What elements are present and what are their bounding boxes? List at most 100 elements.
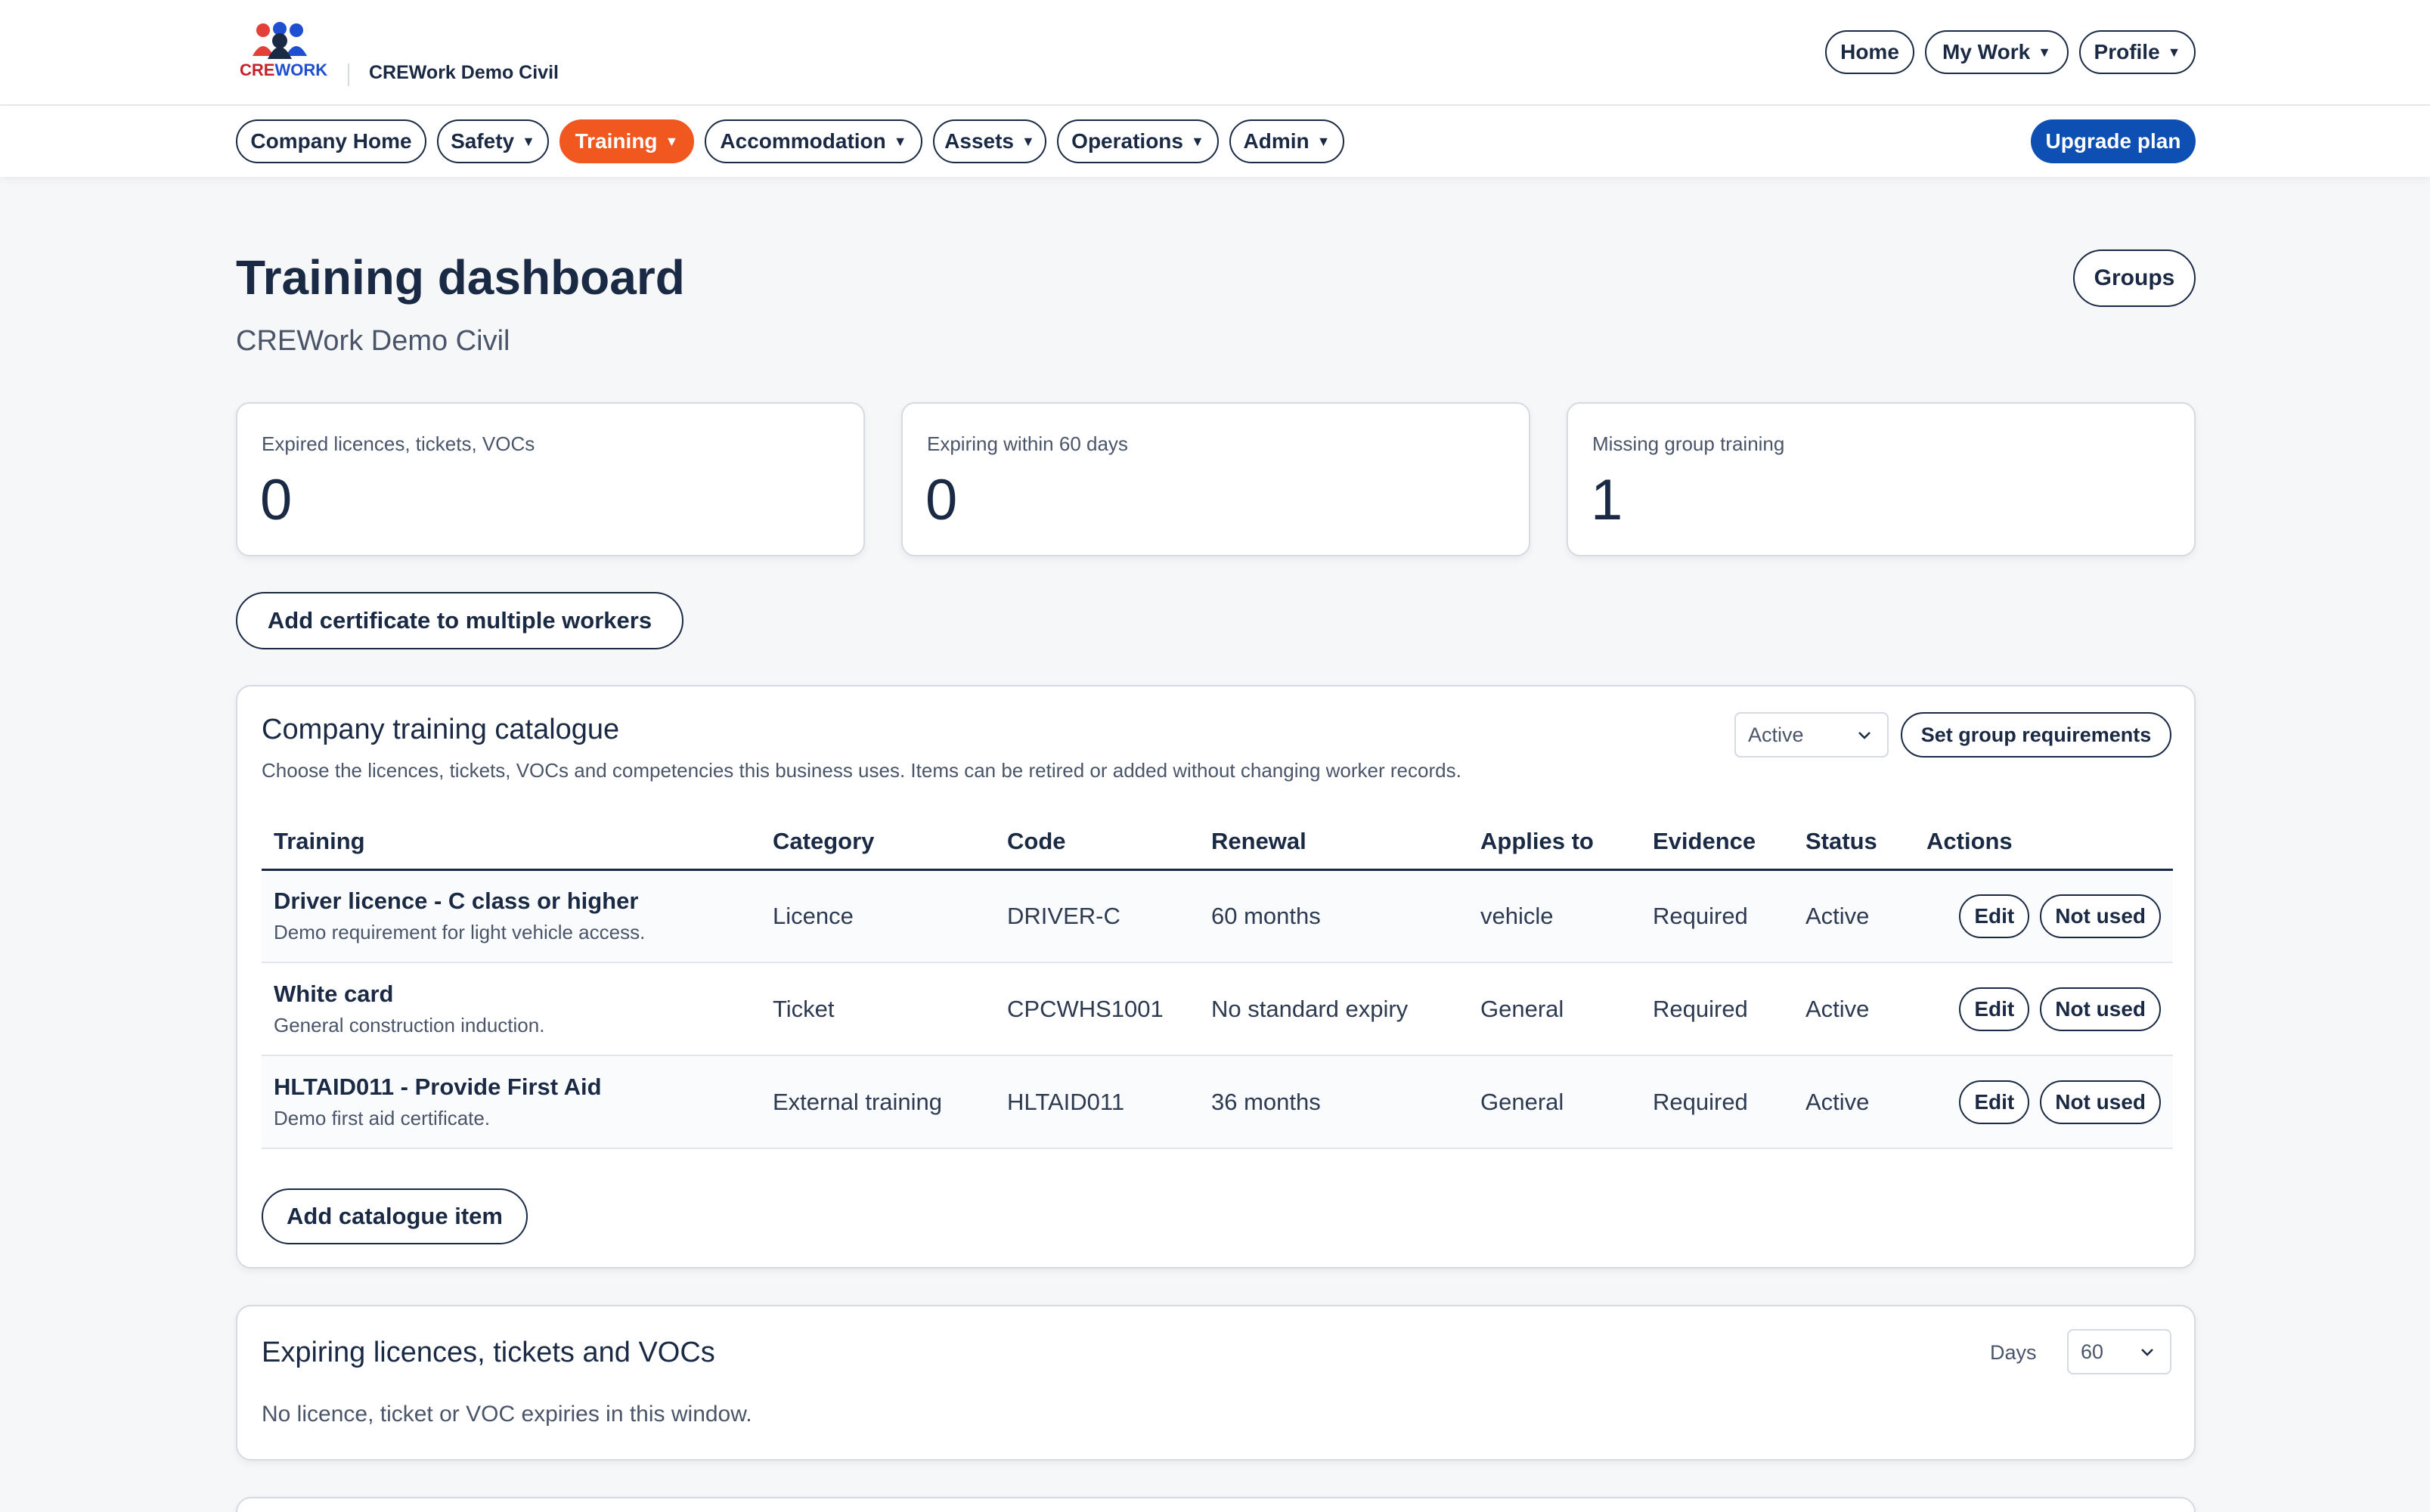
col-actions: Actions — [1914, 815, 2173, 871]
add-certificate-label: Add certificate to multiple workers — [267, 607, 652, 634]
catalogue-title: Company training catalogue — [262, 714, 620, 745]
expiring-empty-message: No licence, ticket or VOC expiries in th… — [262, 1402, 752, 1427]
caret-down-icon: ▼ — [2167, 45, 2181, 60]
col-category: Category — [761, 815, 995, 871]
nav-label: Safety — [451, 129, 515, 153]
code-cell: HLTAID011 — [995, 1055, 1199, 1149]
nav-label: Assets — [944, 129, 1014, 153]
training-desc: General construction induction. — [274, 1014, 545, 1036]
stat-value: 1 — [1591, 468, 1623, 532]
stat-label: Missing group training — [1592, 432, 1785, 455]
stat-value: 0 — [260, 468, 293, 532]
add-item-label: Add catalogue item — [287, 1203, 503, 1229]
category-cell: External training — [761, 1055, 995, 1149]
stat-expired: Expired licences, tickets, VOCs 0 — [236, 402, 865, 556]
logo-wordmark: CREWORK — [240, 60, 328, 79]
table-row: Driver licence - C class or higher Demo r… — [262, 869, 2173, 963]
evidence-cell: Required — [1641, 869, 1793, 963]
caret-down-icon: ▼ — [1021, 134, 1035, 149]
catalogue-table: Training Category Code Renewal Applies t… — [262, 815, 2173, 1149]
brand-divider — [348, 64, 349, 86]
page-subtitle: CREWork Demo Civil — [236, 325, 510, 357]
table-row: White card General construction induction… — [262, 962, 2173, 1056]
nav-label: Training — [575, 129, 658, 153]
expiring-card: Expiring licences, tickets and VOCs Days… — [236, 1305, 2196, 1461]
applies-cell: General — [1468, 962, 1641, 1056]
nav-label: Accommodation — [720, 129, 886, 153]
set-group-label: Set group requirements — [1920, 723, 2152, 746]
days-label: Days — [1990, 1341, 2037, 1364]
caret-down-icon: ▼ — [893, 134, 907, 149]
actions-cell: Edit Not used — [1914, 869, 2173, 963]
upgrade-plan-button[interactable]: Upgrade plan — [2031, 119, 2196, 163]
add-catalogue-item-button[interactable]: Add catalogue item — [262, 1188, 528, 1244]
days-select-value: 60 — [2081, 1340, 2104, 1363]
evidence-cell: Required — [1641, 1055, 1793, 1149]
nav-label: Company Home — [250, 129, 412, 153]
home-label: Home — [1840, 40, 1899, 64]
not-used-button[interactable]: Not used — [2040, 1080, 2161, 1124]
caret-down-icon: ▼ — [1316, 134, 1331, 149]
page-title: Training dashboard — [236, 250, 685, 305]
caret-down-icon: ▼ — [1190, 134, 1204, 149]
stat-expiring: Expiring within 60 days 0 — [901, 402, 1530, 556]
col-training: Training — [262, 815, 761, 871]
catalogue-status-select[interactable]: Active — [1734, 712, 1889, 758]
col-code: Code — [995, 815, 1199, 871]
edit-button[interactable]: Edit — [1959, 987, 2030, 1031]
groups-button[interactable]: Groups — [2073, 249, 2196, 307]
table-row: HLTAID011 - Provide First Aid Demo first … — [262, 1055, 2173, 1149]
category-cell: Licence — [761, 869, 995, 963]
training-cell: Driver licence - C class or higher Demo r… — [262, 869, 761, 963]
col-evidence: Evidence — [1641, 815, 1793, 871]
renewal-cell: No standard expiry — [1199, 962, 1468, 1056]
edit-button[interactable]: Edit — [1959, 894, 2030, 938]
company-name: CREWork Demo Civil — [369, 62, 559, 83]
status-cell: Active — [1793, 869, 1914, 963]
main-nav: Company Home Safety ▼ Training ▼ Accommoda… — [0, 106, 2430, 177]
evidence-cell: Required — [1641, 962, 1793, 1056]
training-desc: Demo first aid certificate. — [274, 1107, 491, 1129]
caret-down-icon: ▼ — [522, 134, 535, 149]
profile-menu[interactable]: Profile ▼ — [2079, 30, 2196, 74]
category-cell: Ticket — [761, 962, 995, 1056]
nav-training[interactable]: Training ▼ — [559, 119, 694, 163]
expiring-title: Expiring licences, tickets and VOCs — [262, 1337, 715, 1368]
code-cell: DRIVER-C — [995, 869, 1199, 963]
training-name: Driver licence - C class or higher — [274, 888, 639, 915]
my-work-label: My Work — [1942, 40, 2031, 64]
status-cell: Active — [1793, 962, 1914, 1056]
next-card — [236, 1497, 2196, 1512]
training-cell: White card General construction induction… — [262, 962, 761, 1056]
col-renewal: Renewal — [1199, 815, 1468, 871]
groups-label: Groups — [2094, 265, 2175, 290]
training-name: HLTAID011 - Provide First Aid — [274, 1074, 602, 1100]
code-cell: CPCWHS1001 — [995, 962, 1199, 1056]
col-applies-to: Applies to — [1468, 815, 1641, 871]
nav-company-home[interactable]: Company Home — [236, 119, 426, 163]
stat-label: Expiring within 60 days — [927, 432, 1128, 455]
top-bar: CREWORK CREWork Demo Civil Home My Work ▼… — [0, 0, 2430, 106]
days-select[interactable]: 60 — [2067, 1329, 2171, 1374]
col-status: Status — [1793, 815, 1914, 871]
training-catalogue-card: Company training catalogue Choose the li… — [236, 685, 2196, 1269]
my-work-menu[interactable]: My Work ▼ — [1925, 30, 2069, 74]
applies-cell: General — [1468, 1055, 1641, 1149]
add-certificate-multiple-button[interactable]: Add certificate to multiple workers — [236, 592, 683, 649]
nav-assets[interactable]: Assets ▼ — [933, 119, 1046, 163]
home-button[interactable]: Home — [1825, 30, 1914, 74]
nav-safety[interactable]: Safety ▼ — [437, 119, 549, 163]
edit-button[interactable]: Edit — [1959, 1080, 2030, 1124]
caret-down-icon: ▼ — [665, 134, 679, 149]
not-used-button[interactable]: Not used — [2040, 987, 2161, 1031]
nav-admin[interactable]: Admin ▼ — [1229, 119, 1344, 163]
nav-accommodation[interactable]: Accommodation ▼ — [705, 119, 922, 163]
not-used-button[interactable]: Not used — [2040, 894, 2161, 938]
table-header-row: Training Category Code Renewal Applies t… — [262, 815, 2173, 871]
actions-cell: Edit Not used — [1914, 1055, 2173, 1149]
set-group-requirements-button[interactable]: Set group requirements — [1901, 712, 2171, 758]
nav-operations[interactable]: Operations ▼ — [1057, 119, 1219, 163]
profile-label: Profile — [2094, 40, 2160, 64]
training-desc: Demo requirement for light vehicle acces… — [274, 921, 646, 944]
stat-missing-group: Missing group training 1 — [1567, 402, 2196, 556]
